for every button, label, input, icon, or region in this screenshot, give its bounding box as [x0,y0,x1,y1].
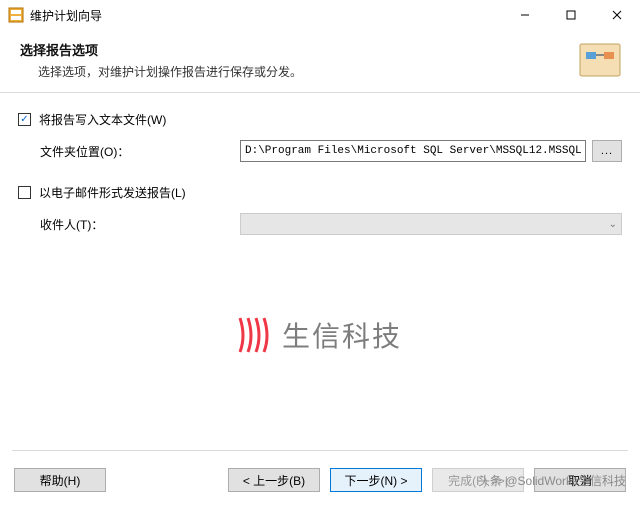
email-report-row: 以电子邮件形式发送报告(L) [18,184,622,201]
watermark-logo-icon [238,316,276,354]
back-button[interactable]: < 上一步(B) [228,468,320,492]
recipient-combo[interactable]: ⌄ [240,213,622,235]
maximize-button[interactable] [548,0,594,30]
folder-label: 文件夹位置(O)： [40,143,240,160]
window-controls [502,0,640,30]
footer-separator [12,450,628,451]
help-button[interactable]: 帮助(H) [14,468,106,492]
attribution-text: 头条 @SolidWorks生信科技 [478,472,626,489]
watermark-text: 生信科技 [282,315,402,355]
write-report-label: 将报告写入文本文件(W) [39,111,166,128]
page-title: 选择报告选项 [20,40,624,59]
folder-row: 文件夹位置(O)： D:\Program Files\Microsoft SQL… [18,140,622,162]
chevron-down-icon: ⌄ [609,219,617,230]
email-report-checkbox[interactable] [18,186,31,199]
recipient-row: 收件人(T)： ⌄ [18,213,622,235]
folder-path-value: D:\Program Files\Microsoft SQL Server\MS… [245,145,582,157]
email-report-label: 以电子邮件形式发送报告(L) [39,184,186,201]
check-icon: ✓ [20,115,28,125]
page-subtitle: 选择选项，对维护计划操作报告进行保存或分发。 [38,63,624,80]
browse-button[interactable]: ... [592,140,622,162]
write-report-checkbox[interactable]: ✓ [18,113,31,126]
window-title: 维护计划向导 [30,7,102,24]
watermark: 生信科技 [238,315,402,355]
app-icon [8,7,24,23]
folder-path-input[interactable]: D:\Program Files\Microsoft SQL Server\MS… [240,140,586,162]
minimize-button[interactable] [502,0,548,30]
wizard-header: 选择报告选项 选择选项，对维护计划操作报告进行保存或分发。 [0,30,640,93]
header-icon [578,38,622,82]
content-area: ✓ 将报告写入文本文件(W) 文件夹位置(O)： D:\Program File… [0,93,640,235]
close-button[interactable] [594,0,640,30]
recipient-label: 收件人(T)： [40,216,240,233]
write-report-row: ✓ 将报告写入文本文件(W) [18,111,622,128]
next-button[interactable]: 下一步(N) > [330,468,422,492]
titlebar: 维护计划向导 [0,0,640,30]
